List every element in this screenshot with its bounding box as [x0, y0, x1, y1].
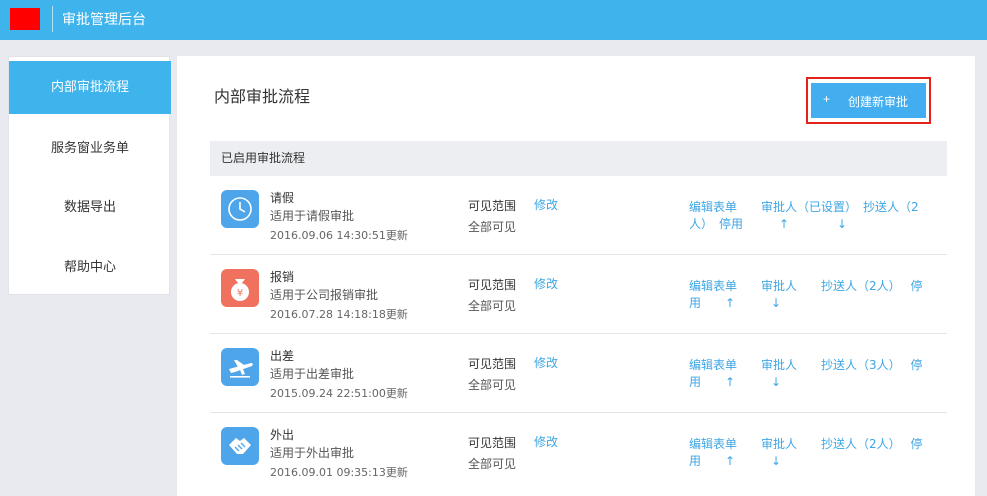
sidebar: 内部审批流程 服务窗业务单 数据导出 帮助中心 [8, 56, 171, 295]
money-bag-icon: ¥ [221, 269, 259, 307]
approval-description: 适用于外出审批 [270, 446, 355, 460]
logo [10, 8, 40, 30]
scope-label: 可见范围 [468, 357, 517, 371]
row-actions-line-2[interactable]: 用 ↑ ↓ [689, 453, 939, 470]
scope-value: 全部可见 [468, 299, 517, 313]
edit-scope-link[interactable]: 修改 [534, 433, 558, 450]
sidebar-item-internal-approval[interactable]: 内部审批流程 [9, 61, 171, 114]
row-actions[interactable]: 编辑表单 审批人 抄送人（3人） 停 用 ↑ ↓ [689, 357, 939, 391]
approval-name: 报销 [270, 270, 295, 284]
row-actions-line-1[interactable]: 编辑表单 审批人 抄送人（2人） 停 [689, 436, 939, 453]
scope-value: 全部可见 [468, 220, 517, 234]
approval-name: 请假 [270, 191, 295, 205]
edit-scope-link[interactable]: 修改 [534, 354, 558, 371]
svg-text:¥: ¥ [237, 288, 243, 299]
row-actions-line-2[interactable]: 人） 停用 ↑ ↓ [689, 216, 939, 233]
approval-name: 出差 [270, 349, 295, 363]
approval-description: 适用于公司报销审批 [270, 288, 379, 302]
approval-row: 外出 适用于外出审批 2016.09.01 09:35:13更新 可见范围 全部… [210, 413, 947, 492]
page-title: 内部审批流程 [214, 87, 311, 106]
approval-updated-time: 2016.07.28 14:18:18更新 [270, 308, 408, 321]
scope-label: 可见范围 [468, 199, 517, 213]
approval-updated-time: 2016.09.06 14:30:51更新 [270, 229, 408, 242]
plus-icon: + [823, 92, 831, 106]
create-approval-button[interactable]: + 创建新审批 [811, 83, 926, 118]
approval-row: ¥ 报销 适用于公司报销审批 2016.07.28 14:18:18更新 可见范… [210, 255, 947, 334]
edit-scope-link[interactable]: 修改 [534, 275, 558, 292]
scope-label: 可见范围 [468, 436, 517, 450]
approval-description: 适用于出差审批 [270, 367, 355, 381]
sidebar-item-data-export[interactable]: 数据导出 [9, 181, 171, 235]
edit-scope-link[interactable]: 修改 [534, 196, 558, 213]
row-actions-line-1[interactable]: 编辑表单 审批人（已设置） 抄送人（2 [689, 199, 939, 216]
approval-description: 适用于请假审批 [270, 209, 355, 223]
scope-label: 可见范围 [468, 278, 517, 292]
approval-updated-time: 2016.09.01 09:35:13更新 [270, 466, 408, 479]
row-actions[interactable]: 编辑表单 审批人 抄送人（2人） 停 用 ↑ ↓ [689, 278, 939, 312]
sidebar-item-help-center[interactable]: 帮助中心 [9, 241, 171, 295]
scope-value: 全部可见 [468, 378, 517, 392]
approval-updated-time: 2015.09.24 22:51:00更新 [270, 387, 408, 400]
approval-row: 请假 适用于请假审批 2016.09.06 14:30:51更新 可见范围 全部… [210, 176, 947, 255]
airplane-icon [221, 348, 259, 386]
section-header: 已启用审批流程 [210, 141, 947, 176]
row-actions-line-1[interactable]: 编辑表单 审批人 抄送人（2人） 停 [689, 278, 939, 295]
approval-name: 外出 [270, 428, 295, 442]
header-divider [52, 6, 53, 32]
create-approval-label: 创建新审批 [848, 95, 909, 109]
app-title: 审批管理后台 [62, 12, 146, 28]
row-actions[interactable]: 编辑表单 审批人 抄送人（2人） 停 用 ↑ ↓ [689, 436, 939, 470]
top-bar: 审批管理后台 [0, 0, 987, 40]
row-actions-line-2[interactable]: 用 ↑ ↓ [689, 374, 939, 391]
sidebar-item-service-window[interactable]: 服务窗业务单 [9, 122, 171, 176]
main-panel: 内部审批流程 + 创建新审批 已启用审批流程 请假 适用于请假审批 2016.0… [177, 56, 975, 496]
row-actions-line-2[interactable]: 用 ↑ ↓ [689, 295, 939, 312]
row-actions-line-1[interactable]: 编辑表单 审批人 抄送人（3人） 停 [689, 357, 939, 374]
row-actions[interactable]: 编辑表单 审批人（已设置） 抄送人（2 人） 停用 ↑ ↓ [689, 199, 939, 233]
scope-value: 全部可见 [468, 457, 517, 471]
clock-icon [221, 190, 259, 228]
create-button-highlight: + 创建新审批 [806, 77, 931, 124]
handshake-icon [221, 427, 259, 465]
approval-row: 出差 适用于出差审批 2015.09.24 22:51:00更新 可见范围 全部… [210, 334, 947, 413]
